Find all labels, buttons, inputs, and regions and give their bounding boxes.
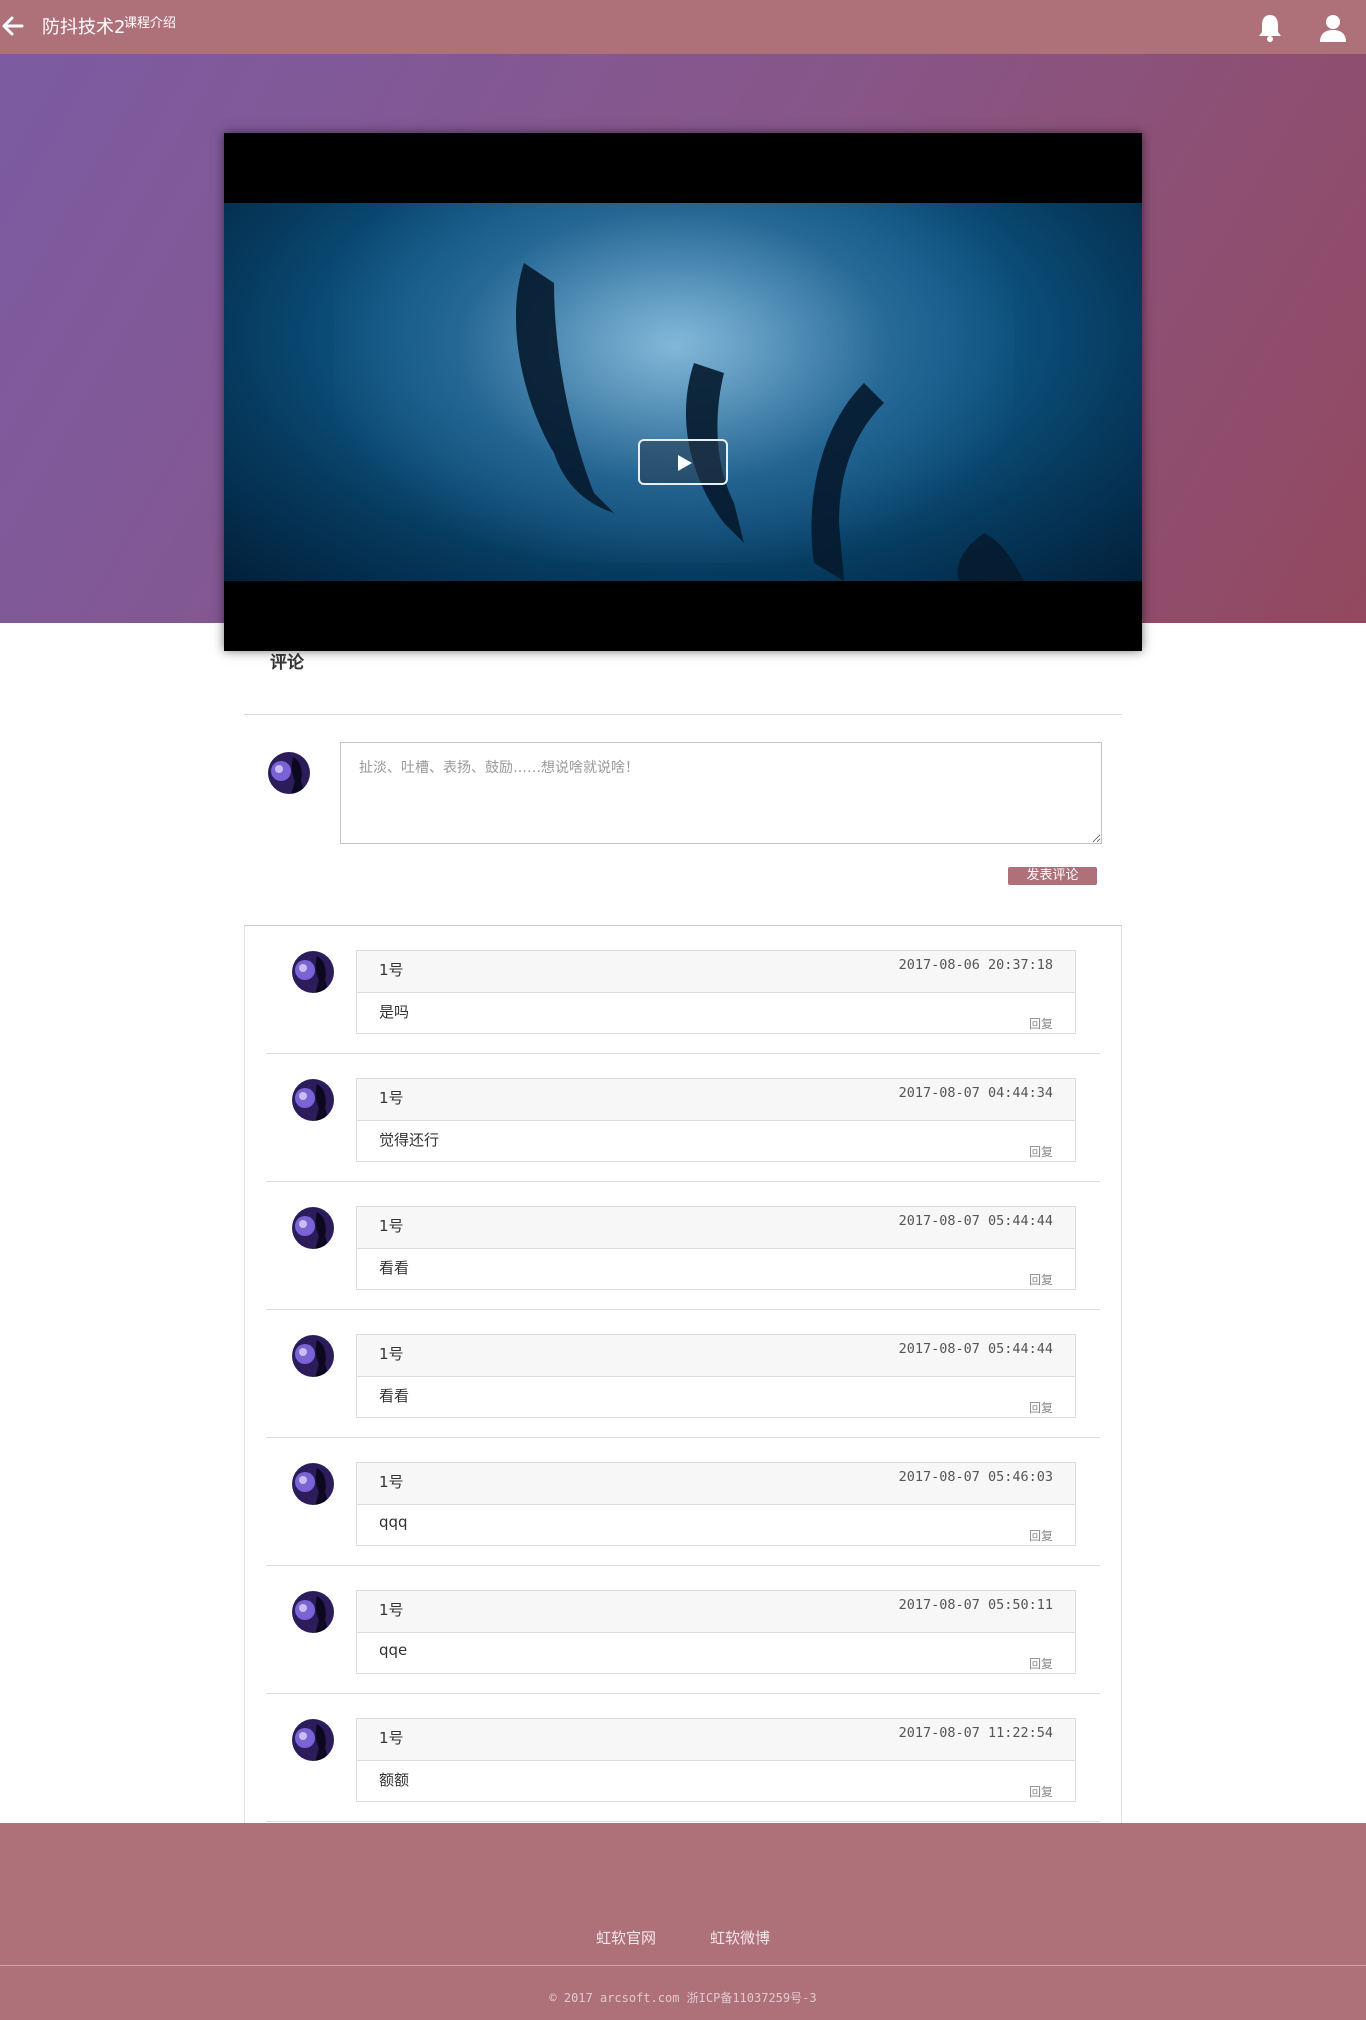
comment-card: 1号 2017-08-07 05:50:11 qqe 回复 (356, 1590, 1076, 1674)
comment-card: 1号 2017-08-07 05:44:44 看看回复 (356, 1334, 1076, 1418)
comment-author: 1号 (379, 1473, 404, 1491)
divider (244, 714, 1122, 715)
copyright-text: © 2017 arcsoft.com 浙ICP备11037259号-3 (549, 1991, 817, 2005)
reply-link[interactable]: 回复 (1029, 1015, 1053, 1032)
footer: 虹软官网 虹软微博 © 2017 arcsoft.com 浙ICP备110372… (0, 1823, 1366, 2020)
comment-text: 觉得还行 (379, 1131, 440, 1149)
avatar (292, 951, 334, 993)
comment-card: 1号 2017-08-07 05:46:03 qqq 回复 (356, 1462, 1076, 1546)
comment-text: qqq (379, 1513, 408, 1531)
comment-item: 1号 2017-08-07 11:22:54 额额回复 (266, 1694, 1100, 1822)
course-title: 防抖技术2 (42, 17, 126, 38)
comment-textarea[interactable] (340, 742, 1102, 844)
footer-divider (0, 1965, 1366, 1966)
comment-author: 1号 (379, 1601, 404, 1619)
bell-icon[interactable] (1256, 13, 1284, 43)
user-icon[interactable] (1318, 13, 1348, 43)
top-bar: 防抖技术2 课程介绍 (0, 0, 1366, 54)
comment-author: 1号 (379, 1729, 404, 1747)
comment-author: 1号 (379, 1345, 404, 1363)
comment-header: 1号 2017-08-07 05:50:11 (357, 1591, 1075, 1633)
comment-author: 1号 (379, 1217, 404, 1235)
comment-item: 1号 2017-08-07 05:46:03 qqq 回复 (266, 1438, 1100, 1566)
comment-header: 1号 2017-08-07 05:46:03 (357, 1463, 1075, 1505)
avatar (292, 1207, 334, 1249)
comment-time: 2017-08-07 11:22:54 (898, 1725, 1053, 1741)
comment-item: 1号 2017-08-07 04:44:34 觉得还行回复 (266, 1054, 1100, 1182)
comment-item: 1号 2017-08-07 05:50:11 qqe 回复 (266, 1566, 1100, 1694)
comment-list: 1号 2017-08-06 20:37:18 是吗回复 1号 2017-08-07 04… (244, 925, 1122, 1823)
comment-item: 1号 2017-08-06 20:37:18 是吗回复 (266, 926, 1100, 1054)
comment-time: 2017-08-07 05:46:03 (898, 1469, 1053, 1485)
comment-text: 额额 (379, 1771, 410, 1789)
comment-text: 看看 (379, 1387, 410, 1405)
comment-author: 1号 (379, 961, 404, 979)
arrow-left-icon[interactable] (2, 14, 24, 38)
comment-item: 1号 2017-08-07 05:44:44 看看回复 (266, 1310, 1100, 1438)
reply-link[interactable]: 回复 (1029, 1271, 1053, 1288)
reply-link[interactable]: 回复 (1029, 1143, 1053, 1160)
reply-link[interactable]: 回复 (1029, 1527, 1053, 1544)
comment-time: 2017-08-07 05:50:11 (898, 1597, 1053, 1613)
video-thumbnail (224, 203, 1142, 581)
comment-header: 1号 2017-08-07 04:44:34 (357, 1079, 1075, 1121)
footer-link-official[interactable]: 虹软官网 (596, 1927, 656, 1948)
comment-item: 1号 2017-08-07 05:44:44 看看回复 (266, 1182, 1100, 1310)
comments-heading: 评论 (270, 653, 304, 673)
comment-card: 1号 2017-08-07 11:22:54 额额回复 (356, 1718, 1076, 1802)
comment-card: 1号 2017-08-07 04:44:34 觉得还行回复 (356, 1078, 1076, 1162)
avatar (292, 1335, 334, 1377)
play-button[interactable] (638, 439, 728, 485)
comment-text: 是吗 (379, 1003, 410, 1021)
comment-text: 看看 (379, 1259, 410, 1277)
footer-link-weibo[interactable]: 虹软微博 (710, 1927, 770, 1948)
comment-header: 1号 2017-08-07 05:44:44 (357, 1207, 1075, 1249)
hero-banner (0, 54, 1366, 651)
my-avatar (268, 752, 310, 794)
comment-card: 1号 2017-08-07 05:44:44 看看回复 (356, 1206, 1076, 1290)
avatar (292, 1719, 334, 1761)
comment-card: 1号 2017-08-06 20:37:18 是吗回复 (356, 950, 1076, 1034)
comment-header: 1号 2017-08-06 20:37:18 (357, 951, 1075, 993)
submit-comment-button[interactable]: 发表评论 (1008, 867, 1097, 885)
reply-link[interactable]: 回复 (1029, 1655, 1053, 1672)
comment-time: 2017-08-07 05:44:44 (898, 1213, 1053, 1229)
avatar (292, 1463, 334, 1505)
comment-time: 2017-08-07 04:44:34 (898, 1085, 1053, 1101)
reply-link[interactable]: 回复 (1029, 1783, 1053, 1800)
comment-text: qqe (379, 1641, 408, 1659)
comment-header: 1号 2017-08-07 11:22:54 (357, 1719, 1075, 1761)
video-player[interactable] (224, 133, 1142, 651)
reply-link[interactable]: 回复 (1029, 1399, 1053, 1416)
course-intro-link[interactable]: 课程介绍 (124, 12, 176, 31)
comment-time: 2017-08-06 20:37:18 (898, 957, 1053, 973)
comment-time: 2017-08-07 05:44:44 (898, 1341, 1053, 1357)
comment-author: 1号 (379, 1089, 404, 1107)
comment-header: 1号 2017-08-07 05:44:44 (357, 1335, 1075, 1377)
avatar (292, 1591, 334, 1633)
play-icon (678, 455, 692, 471)
avatar (292, 1079, 334, 1121)
